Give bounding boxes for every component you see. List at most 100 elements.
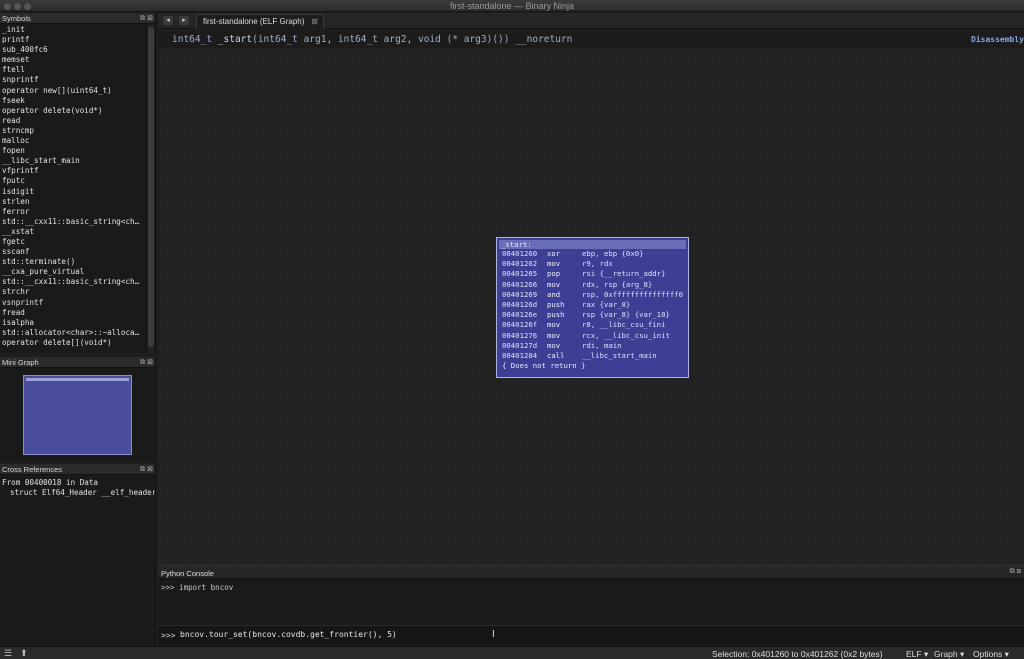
instruction-operands[interactable]: __libc_start_main [582, 351, 657, 360]
close-panel-icon[interactable]: ⊠ [1017, 568, 1021, 575]
instruction-mnemonic[interactable]: push [547, 300, 582, 310]
instruction-operands[interactable]: rsp {var_8} {var_10} [582, 310, 670, 319]
symbol-item[interactable]: fputc [0, 176, 146, 186]
close-panel-icon[interactable]: ⊠ [147, 466, 153, 473]
symbol-item[interactable]: fgetc [0, 237, 146, 247]
instruction-address[interactable]: 0040126d [502, 300, 547, 310]
symbol-item[interactable]: operator delete(void*) [0, 106, 146, 116]
undock-icon[interactable]: ⧉ [140, 466, 145, 473]
mini-graph-viewport[interactable] [23, 375, 132, 455]
instruction-row[interactable]: 00401284 call __libc_start_main [499, 351, 686, 361]
instruction-address[interactable]: 00401269 [502, 290, 547, 300]
close-panel-icon[interactable]: ⊠ [147, 359, 153, 366]
instruction-operands[interactable]: rcx, __libc_csu_init [582, 331, 670, 340]
format-menu[interactable]: ELF ▾ [906, 649, 928, 659]
instruction-row[interactable]: 00401262 mov r9, rdx [499, 259, 686, 269]
instruction-operands[interactable]: r9, rdx [582, 259, 613, 268]
forward-button[interactable]: ▸ [178, 15, 190, 26]
symbol-item[interactable]: __cxa_pure_virtual [0, 267, 146, 277]
xref-item[interactable]: struct Elf64_Header __elf_header [2, 488, 155, 498]
instruction-row[interactable]: 0040126f mov r8, __libc_csu_fini [499, 320, 686, 330]
instruction-operands[interactable]: ebp, ebp {0x0} [582, 249, 644, 258]
symbol-item[interactable]: ftell [0, 65, 146, 75]
instruction-address[interactable]: 00401265 [502, 269, 547, 279]
symbol-item[interactable]: strchr [0, 287, 146, 297]
function-name[interactable]: _start [218, 34, 252, 45]
symbol-item[interactable]: operator new[](uint64_t) [0, 86, 146, 96]
menu-icon[interactable]: ☰ [4, 648, 12, 658]
symbol-item[interactable]: std::__cxx11::basic_string<ch… [0, 217, 146, 227]
instruction-row[interactable]: 00401265 pop rsi {__return_addr} [499, 269, 686, 279]
symbol-item[interactable]: isalpha [0, 318, 146, 328]
console-input[interactable] [180, 630, 780, 639]
instruction-operands[interactable]: rsi {__return_addr} [582, 269, 665, 278]
symbol-item[interactable]: read [0, 116, 146, 126]
symbol-item[interactable]: memset [0, 55, 146, 65]
instruction-row[interactable]: 0040127d mov rdi, main [499, 341, 686, 351]
back-button[interactable]: ◂ [162, 15, 174, 26]
function-signature[interactable]: int64_t _start(int64_t arg1, int64_t arg… [172, 34, 572, 45]
symbol-item[interactable]: operator delete[](void*) [0, 338, 146, 348]
symbol-item[interactable]: fopen [0, 146, 146, 156]
symbol-item[interactable]: malloc [0, 136, 146, 146]
graph-view[interactable]: _start: 00401260 xor ebp, ebp {0x0} 0040126… [158, 48, 1024, 564]
view-selector[interactable]: Disassembly [971, 35, 1024, 44]
instruction-mnemonic[interactable]: mov [547, 280, 582, 290]
instruction-address[interactable]: 0040126e [502, 310, 547, 320]
symbol-item[interactable]: vsnprintf [0, 298, 146, 308]
up-arrow-icon[interactable]: ⬆ [20, 648, 28, 658]
instruction-row[interactable]: 00401269 and rsp, 0xfffffffffffffff0 [499, 290, 686, 300]
close-tab-icon[interactable]: ⊠ [311, 17, 318, 26]
instruction-mnemonic[interactable]: pop [547, 269, 582, 279]
view-menu[interactable]: Graph ▾ [934, 649, 964, 659]
instruction-address[interactable]: 00401276 [502, 331, 547, 341]
symbol-item[interactable]: isdigit [0, 187, 146, 197]
symbol-item[interactable]: sscanf [0, 247, 146, 257]
undock-icon[interactable]: ⧉ [140, 15, 145, 22]
symbol-item[interactable]: strncmp [0, 126, 146, 136]
instruction-mnemonic[interactable]: push [547, 310, 582, 320]
instruction-address[interactable]: 00401284 [502, 351, 547, 361]
symbol-item[interactable]: _init [0, 25, 146, 35]
symbol-item[interactable]: printf [0, 35, 146, 45]
symbol-item[interactable]: sub_400fc6 [0, 45, 146, 55]
undock-icon[interactable]: ⧉ [140, 359, 145, 366]
symbol-item[interactable]: snprintf [0, 75, 146, 85]
tab-elf-graph[interactable]: first-standalone (ELF Graph) ⊠ [196, 14, 324, 29]
symbol-item[interactable]: fseek [0, 96, 146, 106]
instruction-row[interactable]: 00401260 xor ebp, ebp {0x0} [499, 249, 686, 259]
instruction-mnemonic[interactable]: mov [547, 331, 582, 341]
instruction-operands[interactable]: rsp, 0xfffffffffffffff0 [582, 290, 683, 299]
symbol-item[interactable]: __libc_start_main [0, 156, 146, 166]
block-label[interactable]: _start: [499, 240, 686, 249]
instruction-address[interactable]: 00401266 [502, 280, 547, 290]
instruction-mnemonic[interactable]: xor [547, 249, 582, 259]
symbol-item[interactable]: fread [0, 308, 146, 318]
instruction-operands[interactable]: r8, __libc_csu_fini [582, 320, 665, 329]
instruction-row[interactable]: 00401276 mov rcx, __libc_csu_init [499, 331, 686, 341]
symbol-item[interactable]: std::allocator<char>::~alloca… [0, 328, 146, 338]
scroll-thumb[interactable] [148, 27, 154, 347]
symbols-scrollbar[interactable] [146, 25, 155, 353]
options-menu[interactable]: Options ▾ [973, 649, 1009, 659]
symbol-item[interactable]: std::__cxx11::basic_string<ch… [0, 277, 146, 287]
close-panel-icon[interactable]: ⊠ [147, 15, 153, 22]
instruction-address[interactable]: 00401260 [502, 249, 547, 259]
instruction-address[interactable]: 0040126f [502, 320, 547, 330]
instruction-mnemonic[interactable]: call [547, 351, 582, 361]
instruction-address[interactable]: 00401262 [502, 259, 547, 269]
symbol-item[interactable]: ferror [0, 207, 146, 217]
symbol-item[interactable]: vfprintf [0, 166, 146, 176]
basic-block[interactable]: _start: 00401260 xor ebp, ebp {0x0} 0040126… [496, 237, 689, 378]
instruction-operands[interactable]: rdi, main [582, 341, 622, 350]
instruction-row[interactable]: 0040126e push rsp {var_8} {var_10} [499, 310, 686, 320]
instruction-row[interactable]: 00401266 mov rdx, rsp {arg_8} [499, 280, 686, 290]
instruction-mnemonic[interactable]: mov [547, 341, 582, 351]
instruction-mnemonic[interactable]: and [547, 290, 582, 300]
instruction-operands[interactable]: rax {var_8} [582, 300, 630, 309]
instruction-row[interactable]: 0040126d push rax {var_8} [499, 300, 686, 310]
instruction-mnemonic[interactable]: mov [547, 259, 582, 269]
instruction-operands[interactable]: rdx, rsp {arg_8} [582, 280, 652, 289]
symbol-item[interactable]: strlen [0, 197, 146, 207]
symbol-item[interactable]: __xstat [0, 227, 146, 237]
